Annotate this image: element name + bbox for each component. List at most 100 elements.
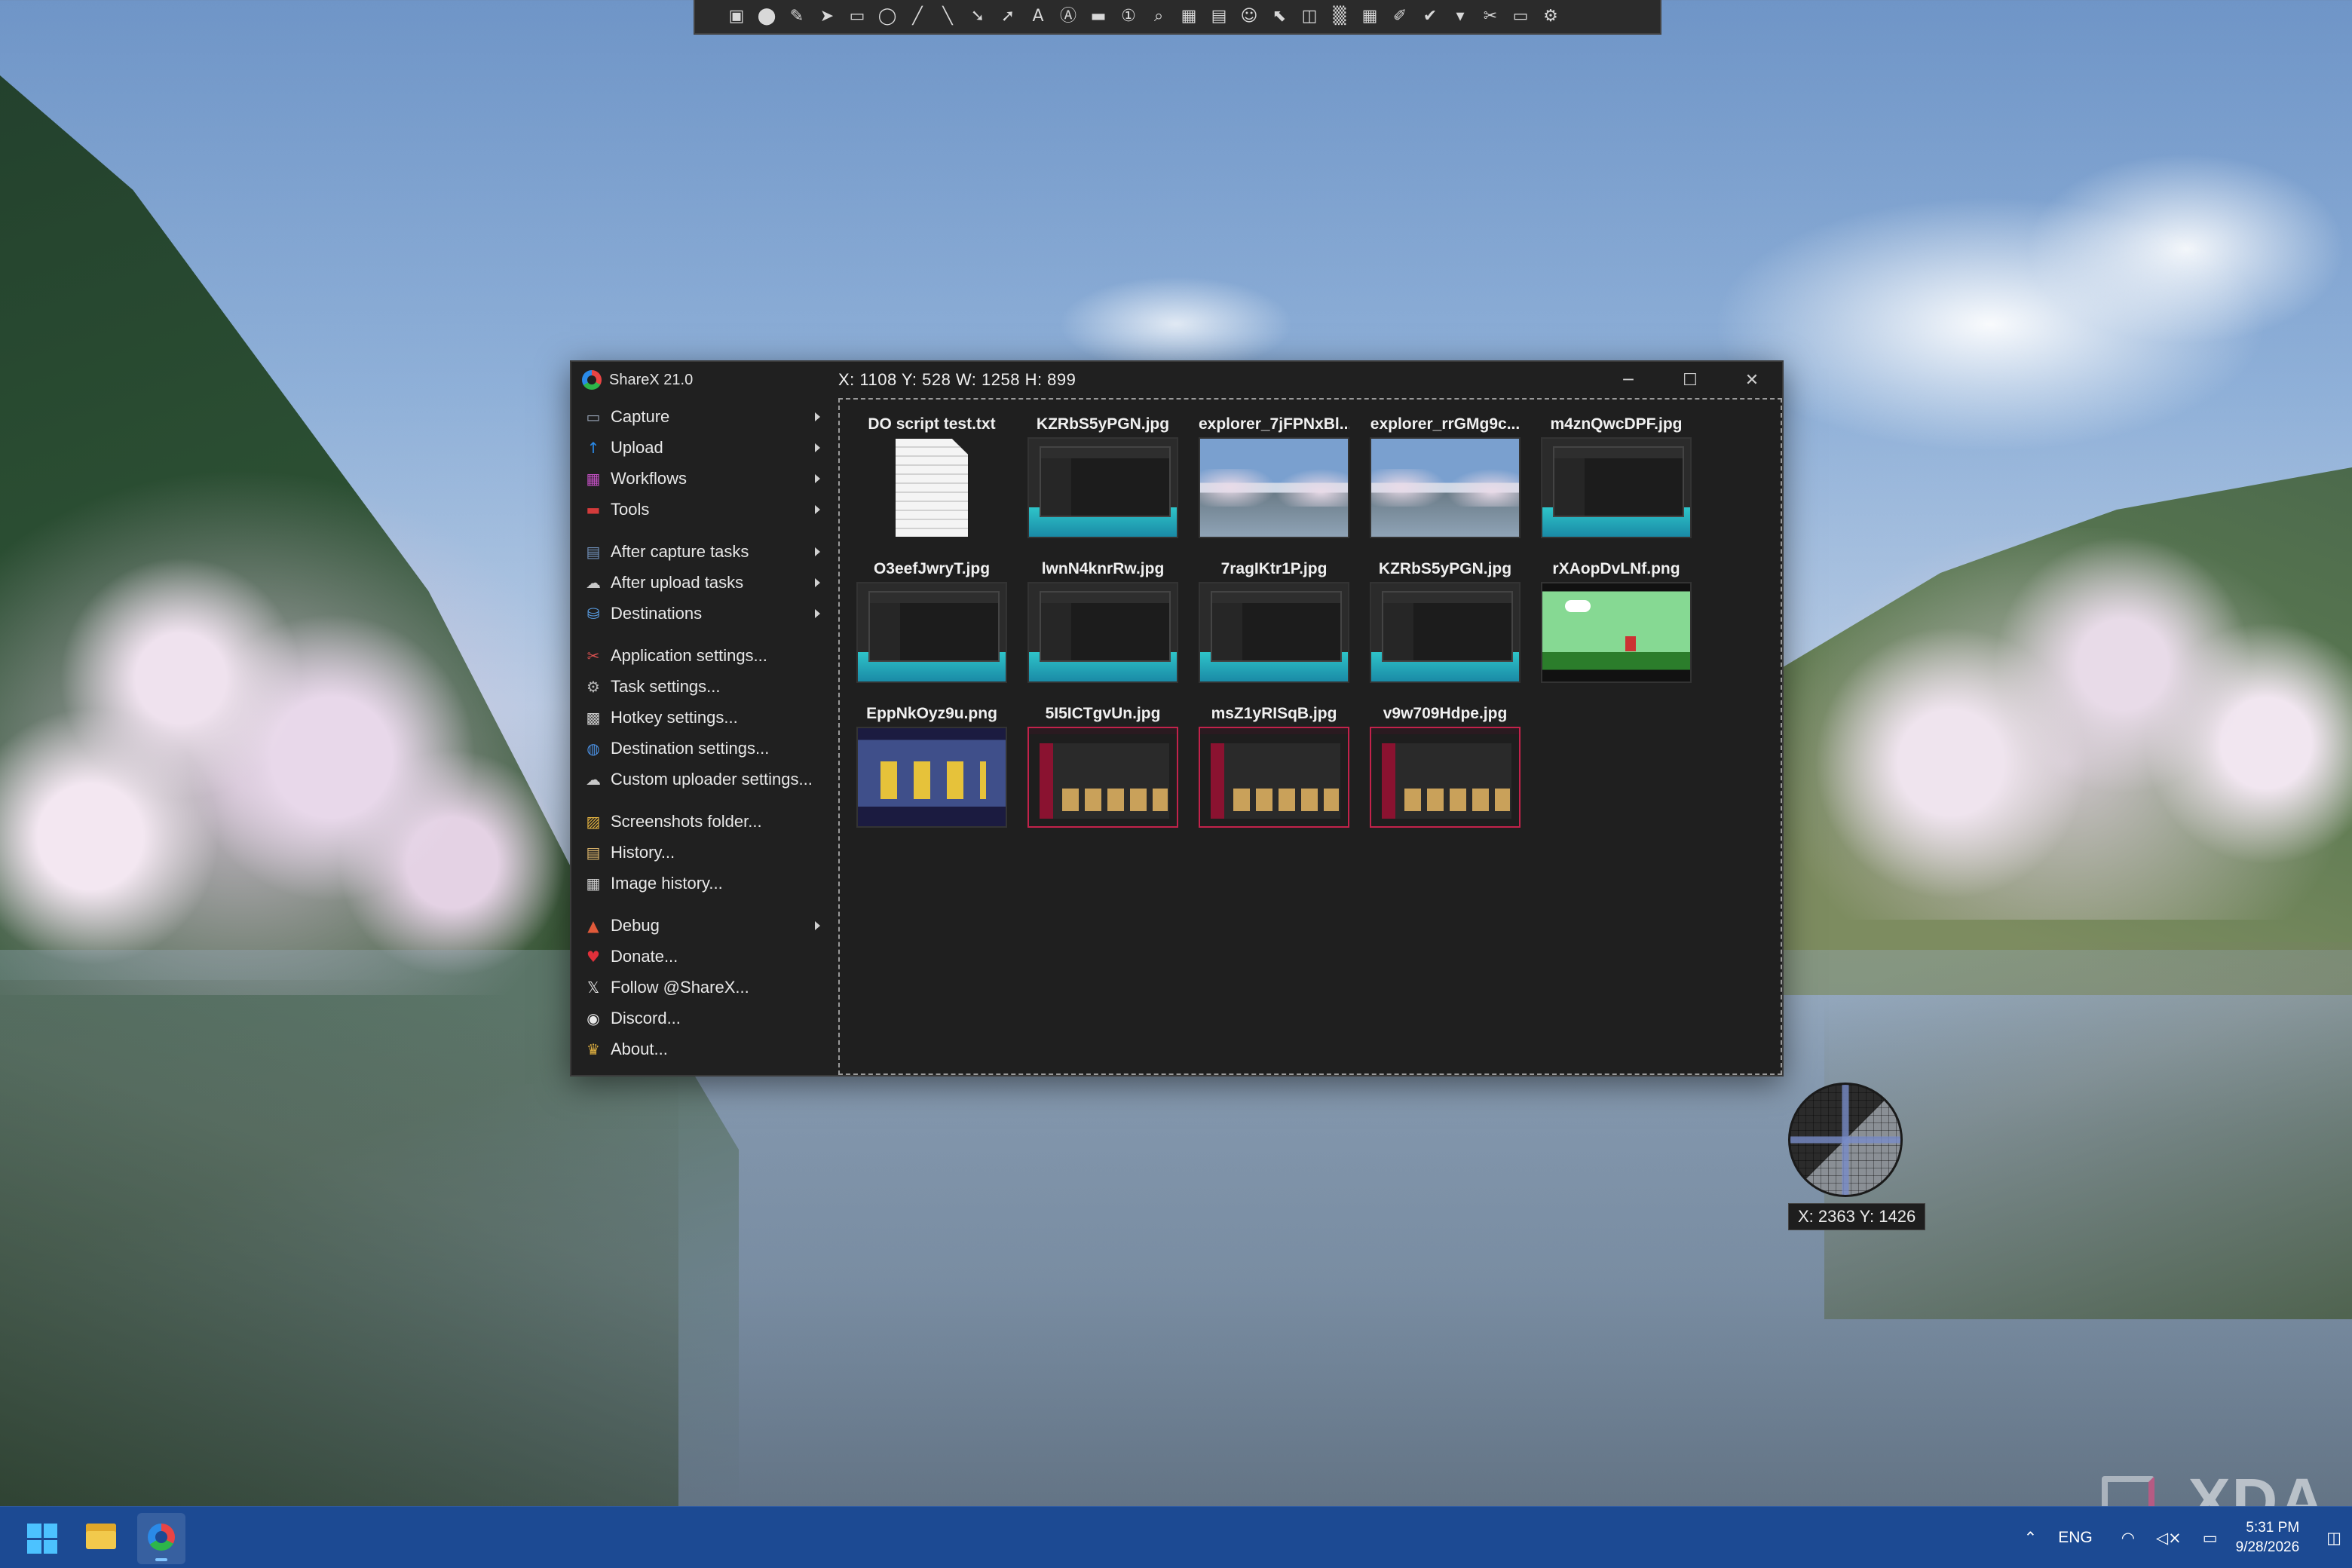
blur-icon[interactable]: ▒ <box>1327 4 1352 29</box>
menu-item-application-settings[interactable]: ✂ Application settings... <box>571 640 837 671</box>
menu-item-discord[interactable]: ◉ Discord... <box>571 1003 837 1034</box>
menu-item-about[interactable]: ♛ About... <box>571 1034 837 1064</box>
language-indicator[interactable]: ENG <box>2058 1529 2093 1547</box>
thumbnail-item[interactable]: v9w709Hdpe.jpg <box>1370 701 1521 828</box>
menu-item-workflows[interactable]: ▦ Workflows <box>571 463 837 494</box>
thumbnail-image <box>1370 727 1521 828</box>
menu-item-after-upload-tasks[interactable]: ☁ After upload tasks <box>571 567 837 598</box>
chevron-up-icon[interactable]: ⌃ <box>2024 1529 2038 1547</box>
thumbnail-item[interactable]: DO script test.txt <box>856 412 1007 538</box>
heart-icon: ♥ <box>586 947 600 966</box>
rectangle-icon[interactable]: ▭ <box>844 4 870 29</box>
more-options-icon[interactable]: ▾ <box>1447 4 1473 29</box>
thumbnail-image <box>1541 582 1692 683</box>
windows-start-icon[interactable] <box>27 1524 57 1554</box>
thumbnail-filename: v9w709Hdpe.jpg <box>1383 705 1508 722</box>
menu-item-destination-settings[interactable]: ◍ Destination settings... <box>571 733 837 764</box>
pixelate-icon[interactable]: ▦ <box>1357 4 1383 29</box>
minimize-button[interactable]: ─ <box>1598 362 1658 398</box>
tools-icon[interactable]: ✂ <box>1478 4 1503 29</box>
file-explorer-icon[interactable] <box>86 1524 116 1549</box>
settings-icon[interactable]: ⚙ <box>1538 4 1563 29</box>
emoji-icon[interactable]: ☺ <box>1236 4 1262 29</box>
menu-item-hotkey-settings[interactable]: ▩ Hotkey settings... <box>571 702 837 733</box>
thumbnail-item[interactable]: rXAopDvLNf.png <box>1541 556 1692 683</box>
region-icon[interactable]: ▣ <box>724 4 749 29</box>
thumbnail-item[interactable]: KZRbS5yPGN.jpg <box>1370 556 1521 683</box>
app-settings-icon: ✂ <box>586 646 600 665</box>
menu-item-label: History... <box>611 842 675 862</box>
thumbnail-item[interactable]: m4znQwcDPF.jpg <box>1541 412 1692 538</box>
thumbnail-item[interactable]: explorer_rrGMg9c... <box>1370 412 1521 538</box>
text-file-icon <box>856 437 1007 538</box>
menu-item-upload[interactable]: ↑ Upload <box>571 432 837 463</box>
line-icon[interactable]: ╲ <box>935 4 960 29</box>
eraser-icon[interactable]: ◫ <box>1297 4 1322 29</box>
thumbnail-item[interactable]: 5I5ICTgvUn.jpg <box>1027 701 1178 828</box>
pen-icon[interactable]: ╱ <box>905 4 930 29</box>
thumbnail-image <box>1199 727 1349 828</box>
highlight-icon[interactable]: ✐ <box>1387 4 1413 29</box>
text-background-icon[interactable]: Ⓐ <box>1055 4 1081 29</box>
image-icon[interactable]: ▦ <box>1176 4 1202 29</box>
cursor-icon[interactable]: ⬉ <box>1266 4 1292 29</box>
thumbnail-image <box>1027 727 1178 828</box>
arrow-icon-2[interactable]: ➚ <box>995 4 1021 29</box>
menu-item-tools[interactable]: ▬ Tools <box>571 494 837 525</box>
notification-icon[interactable]: ◫ <box>2326 1529 2341 1547</box>
freehand-icon[interactable]: ✎ <box>784 4 810 29</box>
crop-icon[interactable]: ✔ <box>1417 4 1443 29</box>
menu-item-task-settings[interactable]: ⚙ Task settings... <box>571 671 837 702</box>
thumbnail-filename: msZ1yRISqB.jpg <box>1211 705 1337 722</box>
menu-item-image-history[interactable]: ▦ Image history... <box>571 868 837 899</box>
thumbnail-item[interactable]: lwnN4knrRw.jpg <box>1027 556 1178 683</box>
edit-icon[interactable]: ▭ <box>1508 4 1533 29</box>
step-icon[interactable]: ① <box>1116 4 1141 29</box>
annotation-toolbar: ▣ ⬤ ✎ ➤ ▭ ◯ ╱ ╲ ➘ ➚ A Ⓐ ▬ ① ⌕ ▦ ▤ ☺ ⬉ ◫ ▒ ▦ ✐ ✔ ▾ ✂ ▭ ⚙ <box>694 0 1661 35</box>
menu-item-donate[interactable]: ♥ Donate... <box>571 941 837 972</box>
taskbar: ⌃ ENG ◠ ◁× ▭ 5:31 PM 9/28/2026 ◫ <box>0 1506 2352 1568</box>
thumbnail-item[interactable]: msZ1yRISqB.jpg <box>1199 701 1349 828</box>
thumbnail-item[interactable]: EppNkOyz9u.png <box>856 701 1007 828</box>
menu-item-destinations[interactable]: ⛁ Destinations <box>571 598 837 629</box>
sticker-icon[interactable]: ▤ <box>1206 4 1232 29</box>
menu-item-label: Image history... <box>611 873 723 893</box>
select-icon[interactable]: ➤ <box>814 4 840 29</box>
cherry-blossoms-left <box>0 467 603 995</box>
menu-item-screenshots-folder[interactable]: ▨ Screenshots folder... <box>571 806 837 837</box>
thumbnail-filename: m4znQwcDPF.jpg <box>1550 415 1683 433</box>
capture-selection-area[interactable]: DO script test.txt KZRbS5yPGN.jpg explorer… <box>838 398 1782 1075</box>
sharex-logo-icon <box>582 370 602 390</box>
menu-item-capture[interactable]: ▭ Capture <box>571 401 837 432</box>
volume-muted-icon[interactable]: ◁× <box>2156 1529 2182 1547</box>
menu-item-label: Custom uploader settings... <box>611 769 813 789</box>
wifi-icon[interactable]: ◠ <box>2121 1529 2135 1547</box>
menu-item-after-capture-tasks[interactable]: ▤ After capture tasks <box>571 536 837 567</box>
x-logo-icon: 𝕏 <box>586 978 600 997</box>
thumbnail-item[interactable]: 7ragIKtr1P.jpg <box>1199 556 1349 683</box>
thumbnail-item[interactable]: KZRbS5yPGN.jpg <box>1027 412 1178 538</box>
menu-item-label: Destinations <box>611 603 703 623</box>
thumbnail-image <box>1199 437 1349 538</box>
menu-item-custom-uploader-settings[interactable]: ☁ Custom uploader settings... <box>571 764 837 795</box>
speech-balloon-icon[interactable]: ▬ <box>1086 4 1111 29</box>
maximize-button[interactable]: ☐ <box>1660 362 1720 398</box>
ellipse-icon[interactable]: ⬤ <box>754 4 779 29</box>
arrow-icon[interactable]: ➘ <box>965 4 991 29</box>
magnify-icon[interactable]: ⌕ <box>1146 4 1171 29</box>
menu-item-label: Discord... <box>611 1008 681 1027</box>
ellipse-shape-icon[interactable]: ◯ <box>874 4 900 29</box>
menu-item-debug[interactable]: ▲ Debug <box>571 910 837 941</box>
clock[interactable]: 5:31 PM 9/28/2026 <box>2236 1518 2300 1557</box>
submenu-arrow-icon <box>815 504 820 514</box>
menu-item-follow-sharex[interactable]: 𝕏 Follow @ShareX... <box>571 972 837 1003</box>
text-outline-icon[interactable]: A <box>1025 4 1051 29</box>
thumbnail-item[interactable]: O3eefJwryT.jpg <box>856 556 1007 683</box>
upload-icon: ↑ <box>586 438 600 457</box>
battery-icon[interactable]: ▭ <box>2203 1529 2218 1547</box>
close-button[interactable]: ✕ <box>1722 362 1782 398</box>
thumbnail-item[interactable]: explorer_7jFPNxBl... <box>1199 412 1349 538</box>
sharex-taskbar-button[interactable] <box>137 1513 185 1564</box>
thumbnail-filename: lwnN4knrRw.jpg <box>1041 560 1165 577</box>
menu-item-history[interactable]: ▤ History... <box>571 837 837 868</box>
